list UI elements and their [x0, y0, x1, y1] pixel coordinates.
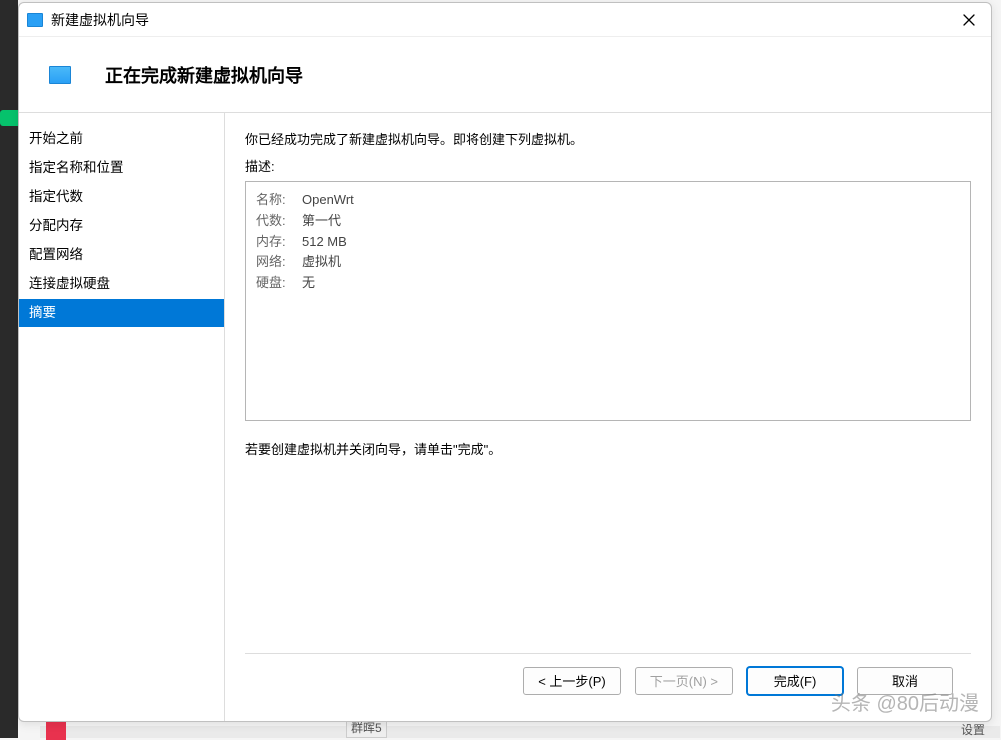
- back-button[interactable]: < 上一步(P): [523, 667, 621, 695]
- wizard-header: 正在完成新建虚拟机向导: [19, 37, 991, 113]
- wizard-header-icon: [49, 66, 71, 84]
- step-virtual-hard-disk[interactable]: 连接虚拟硬盘: [19, 270, 224, 299]
- summary-name-value: OpenWrt: [302, 190, 354, 211]
- step-network[interactable]: 配置网络: [19, 241, 224, 270]
- description-label: 描述:: [245, 156, 971, 175]
- next-button: 下一页(N) >: [635, 667, 733, 695]
- finish-button[interactable]: 完成(F): [747, 667, 843, 695]
- step-generation[interactable]: 指定代数: [19, 183, 224, 212]
- wizard-dialog: 新建虚拟机向导 正在完成新建虚拟机向导 开始之前 指定名称和位置 指定代数 分配…: [18, 2, 992, 722]
- summary-row-disk: 硬盘: 无: [256, 273, 960, 294]
- summary-mem-value: 512 MB: [302, 232, 347, 253]
- summary-gen-value: 第一代: [302, 211, 341, 232]
- step-before-you-begin[interactable]: 开始之前: [19, 125, 224, 154]
- summary-row-memory: 内存: 512 MB: [256, 232, 960, 253]
- cancel-button[interactable]: 取消: [857, 667, 953, 695]
- background-bottom: [40, 726, 1000, 738]
- summary-disk-key: 硬盘:: [256, 273, 302, 294]
- finish-hint-text: 若要创建虚拟机并关闭向导，请单击"完成"。: [245, 439, 971, 458]
- summary-row-name: 名称: OpenWrt: [256, 190, 960, 211]
- summary-box: 名称: OpenWrt 代数: 第一代 内存: 512 MB 网络: 虚拟机 硬…: [245, 181, 971, 421]
- window-title: 新建虚拟机向导: [51, 10, 955, 30]
- summary-net-key: 网络:: [256, 252, 302, 273]
- wizard-header-title: 正在完成新建虚拟机向导: [105, 62, 303, 88]
- step-name-location[interactable]: 指定名称和位置: [19, 154, 224, 183]
- summary-net-value: 虚拟机: [302, 252, 341, 273]
- wizard-steps-sidebar: 开始之前 指定名称和位置 指定代数 分配内存 配置网络 连接虚拟硬盘 摘要: [19, 113, 225, 721]
- wizard-footer: < 上一步(P) 下一页(N) > 完成(F) 取消: [245, 653, 971, 707]
- background-left-strip: [0, 0, 18, 738]
- step-summary[interactable]: 摘要: [19, 299, 224, 328]
- bg-red-icon: [46, 722, 66, 740]
- window-icon: [27, 13, 43, 27]
- summary-row-network: 网络: 虚拟机: [256, 252, 960, 273]
- summary-intro-text: 你已经成功完成了新建虚拟机向导。即将创建下列虚拟机。: [245, 129, 971, 148]
- summary-disk-value: 无: [302, 273, 315, 294]
- close-icon: [963, 14, 975, 26]
- summary-mem-key: 内存:: [256, 232, 302, 253]
- summary-row-generation: 代数: 第一代: [256, 211, 960, 232]
- step-memory[interactable]: 分配内存: [19, 212, 224, 241]
- close-button[interactable]: [955, 8, 983, 32]
- bg-green-dot: [0, 110, 18, 126]
- summary-name-key: 名称:: [256, 190, 302, 211]
- wizard-content: 你已经成功完成了新建虚拟机向导。即将创建下列虚拟机。 描述: 名称: OpenW…: [225, 113, 991, 721]
- summary-gen-key: 代数:: [256, 211, 302, 232]
- bg-settings-fragment: 设置: [961, 721, 985, 738]
- titlebar: 新建虚拟机向导: [19, 3, 991, 37]
- wizard-body: 开始之前 指定名称和位置 指定代数 分配内存 配置网络 连接虚拟硬盘 摘要 你已…: [19, 113, 991, 721]
